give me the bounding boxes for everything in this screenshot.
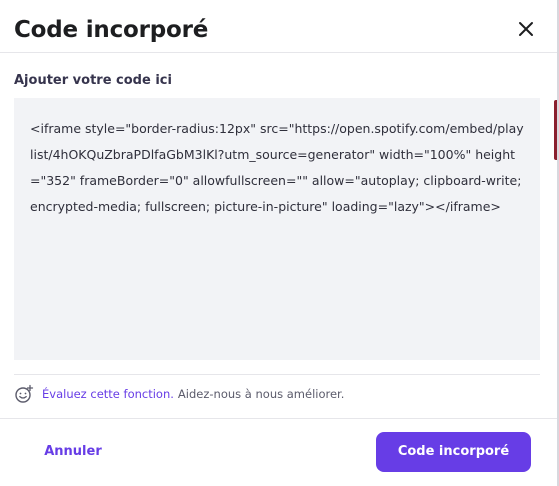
code-field-label: Ajouter votre code ici bbox=[14, 73, 172, 88]
embed-code-textarea[interactable]: <iframe style="border-radius:12px" src="… bbox=[14, 98, 540, 360]
close-icon[interactable] bbox=[514, 17, 538, 41]
smiley-icon bbox=[15, 384, 34, 403]
feedback-row: Évaluez cette fonction. Aidez-nous à nou… bbox=[14, 384, 344, 404]
cancel-button[interactable]: Annuler bbox=[30, 432, 116, 472]
footer-divider bbox=[0, 418, 557, 419]
dialog-title: Code incorporé bbox=[14, 17, 209, 43]
feedback-text: Aidez-nous à nous améliorer. bbox=[177, 387, 345, 401]
insert-code-button[interactable]: Code incorporé bbox=[376, 432, 531, 472]
rate-feature-link[interactable]: Évaluez cette fonction. bbox=[42, 387, 174, 401]
dialog-header: Code incorporé bbox=[0, 0, 557, 53]
divider bbox=[14, 374, 540, 375]
embed-code-dialog: Code incorporé Ajouter votre code ici <i… bbox=[0, 0, 557, 486]
